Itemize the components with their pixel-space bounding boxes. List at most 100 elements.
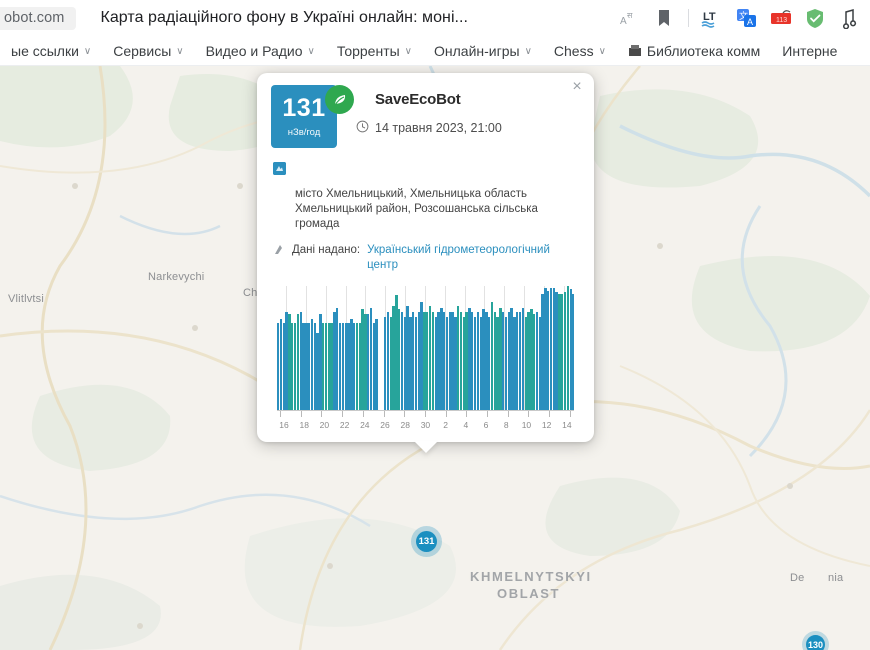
map-label-place: nia	[828, 572, 844, 584]
bookmark-item-3[interactable]: Торренты ∨	[326, 41, 423, 61]
chart-tick-label: 24	[360, 420, 370, 430]
chart-axis-tick	[362, 411, 364, 417]
clock-icon	[356, 120, 369, 136]
chart-axis-tick	[321, 411, 323, 417]
bookmark-label: Видео и Радио	[205, 42, 303, 59]
popup-header: 131 нЗв/год SaveEcoBot 14 травня 2023, 2…	[271, 85, 580, 148]
chart-tick-label: 6	[483, 420, 489, 430]
bookmark-label: Онлайн-игры	[434, 42, 520, 59]
chevron-down-icon: ∨	[176, 46, 184, 57]
chart-tick-label: 30	[420, 420, 431, 430]
chevron-down-icon: ∨	[404, 46, 412, 57]
svg-text:113: 113	[776, 17, 787, 24]
chart-tick-label: 8	[503, 420, 509, 430]
chart-axis-tick	[549, 411, 551, 417]
station-info-popup: × 131 нЗв/год SaveEcoBot 14 травня 2023,…	[257, 73, 594, 453]
radiation-value: 131	[282, 93, 326, 122]
chart-axis-tick	[487, 411, 489, 417]
svg-text:A: A	[747, 17, 753, 27]
adguard-shield-icon[interactable]	[800, 3, 830, 33]
svg-text:A: A	[620, 16, 627, 27]
radiation-unit: нЗв/год	[287, 126, 321, 138]
location-pin-icon	[273, 162, 286, 175]
chart-axis-tick	[507, 411, 509, 417]
map-label-place: Narkevychi	[148, 271, 205, 283]
bookmark-label: Интерне	[782, 42, 838, 59]
chart-axis-tick	[445, 411, 447, 417]
map-label-region: OBLAST	[497, 586, 561, 601]
bookmark-item-6[interactable]: Библиотека комм	[617, 41, 771, 61]
library-favicon-icon	[628, 44, 642, 58]
bookmark-item-1[interactable]: Сервисы ∨	[102, 41, 194, 61]
chart-tick-label: 16	[279, 420, 289, 430]
radiation-history-chart[interactable]: 16 18 20 22 24 26 28 30 2 4 6 8 10 12 14	[271, 286, 580, 434]
chart-tick-label: 4	[463, 420, 469, 430]
chart-axis-tick	[466, 411, 468, 417]
languagetool-icon[interactable]: LT	[698, 3, 728, 33]
toolbar-actions: A स LT 文 A 113	[615, 0, 864, 36]
tab-strip: obot.com Карта радіаційного фону в Украї…	[0, 0, 870, 36]
timestamp-text: 14 травня 2023, 21:00	[375, 121, 502, 135]
chart-bars	[277, 286, 574, 410]
bookmark-label: ые ссылки	[11, 42, 79, 59]
bookmark-item-4[interactable]: Онлайн-игры ∨	[423, 41, 543, 61]
source-label: Дані надано:	[292, 244, 361, 256]
bookmark-label: Chess	[553, 42, 594, 59]
chart-axis-tick	[528, 411, 530, 417]
font-size-icon[interactable]: A स	[615, 3, 645, 33]
leaf-logo-icon	[325, 85, 354, 114]
translate-icon[interactable]: 文 A	[732, 3, 762, 33]
chart-tick-label: 20	[319, 420, 330, 430]
station-marker-131[interactable]: 131	[416, 531, 437, 552]
chart-axis-tick	[569, 411, 571, 417]
chart-tick-label: 28	[400, 420, 410, 430]
timestamp-row: 14 травня 2023, 21:00	[356, 120, 580, 136]
browser-window: obot.com Карта радіаційного фону в Украї…	[0, 0, 870, 650]
chart-bar	[375, 318, 378, 410]
chart-x-axis	[277, 410, 574, 417]
station-marker-130[interactable]: 130	[806, 635, 825, 650]
bookmark-item-7[interactable]: Интерне	[771, 41, 848, 61]
popup-pointer	[413, 441, 438, 453]
bookmark-icon[interactable]	[649, 3, 679, 33]
map-label-place: Vlitlvtsi	[8, 293, 45, 305]
chart-axis-tick	[300, 411, 302, 417]
chart-axis-tick	[383, 411, 385, 417]
red-extension-icon[interactable]: 113	[766, 3, 796, 33]
bookmarks-bar: ые ссылки ∨ Сервисы ∨ Видео и Радио ∨ То…	[0, 36, 870, 66]
chart-tick-label: 14	[562, 420, 572, 430]
chart-axis-tick	[404, 411, 406, 417]
source-link[interactable]: Український гідрометеорологічний центр	[367, 243, 580, 273]
bookmark-item-5[interactable]: Chess ∨	[543, 41, 617, 61]
chart-tick-label: 12	[541, 420, 552, 430]
chart-tick-label: 22	[339, 420, 350, 430]
brand-name: SaveEcoBot	[375, 90, 461, 108]
chart-tick-label: 18	[299, 420, 309, 430]
toolbar-divider	[688, 9, 689, 27]
chart-tick-label: 10	[521, 420, 532, 430]
chart-bar	[572, 293, 574, 410]
bookmark-label: Библиотека комм	[646, 42, 761, 59]
chart-plot-area	[277, 286, 574, 410]
chart-tick-label: 26	[380, 420, 390, 430]
bookmark-label: Сервисы	[113, 42, 172, 59]
chart-x-tick-labels: 16 18 20 22 24 26 28 30 2 4 6 8 10 12 14	[277, 420, 574, 430]
map-label-region: KHMELNYTSKYI	[470, 569, 592, 584]
music-note-icon[interactable]	[834, 3, 864, 33]
browser-chrome: obot.com Карта радіаційного фону в Украї…	[0, 0, 870, 66]
map-label-place: Ch	[243, 287, 258, 299]
location-block: місто Хмельницький, Хмельницька область …	[271, 162, 580, 232]
bookmark-item-2[interactable]: Видео и Радио ∨	[195, 41, 326, 61]
chart-axis-tick	[424, 411, 426, 417]
map-label-place: De	[790, 572, 805, 584]
chevron-down-icon: ∨	[524, 46, 532, 57]
tab-title[interactable]: Карта радіаційного фону в Україні онлайн…	[100, 9, 468, 27]
svg-text:स: स	[627, 11, 633, 20]
location-text: місто Хмельницький, Хмельницька область …	[295, 188, 538, 230]
chevron-down-icon: ∨	[307, 46, 315, 57]
chart-axis-tick	[280, 411, 281, 417]
url-chip[interactable]: obot.com	[0, 6, 77, 30]
chart-axis-tick	[342, 411, 344, 417]
bookmark-item-0[interactable]: ые ссылки ∨	[0, 41, 102, 61]
chevron-down-icon: ∨	[598, 46, 606, 57]
